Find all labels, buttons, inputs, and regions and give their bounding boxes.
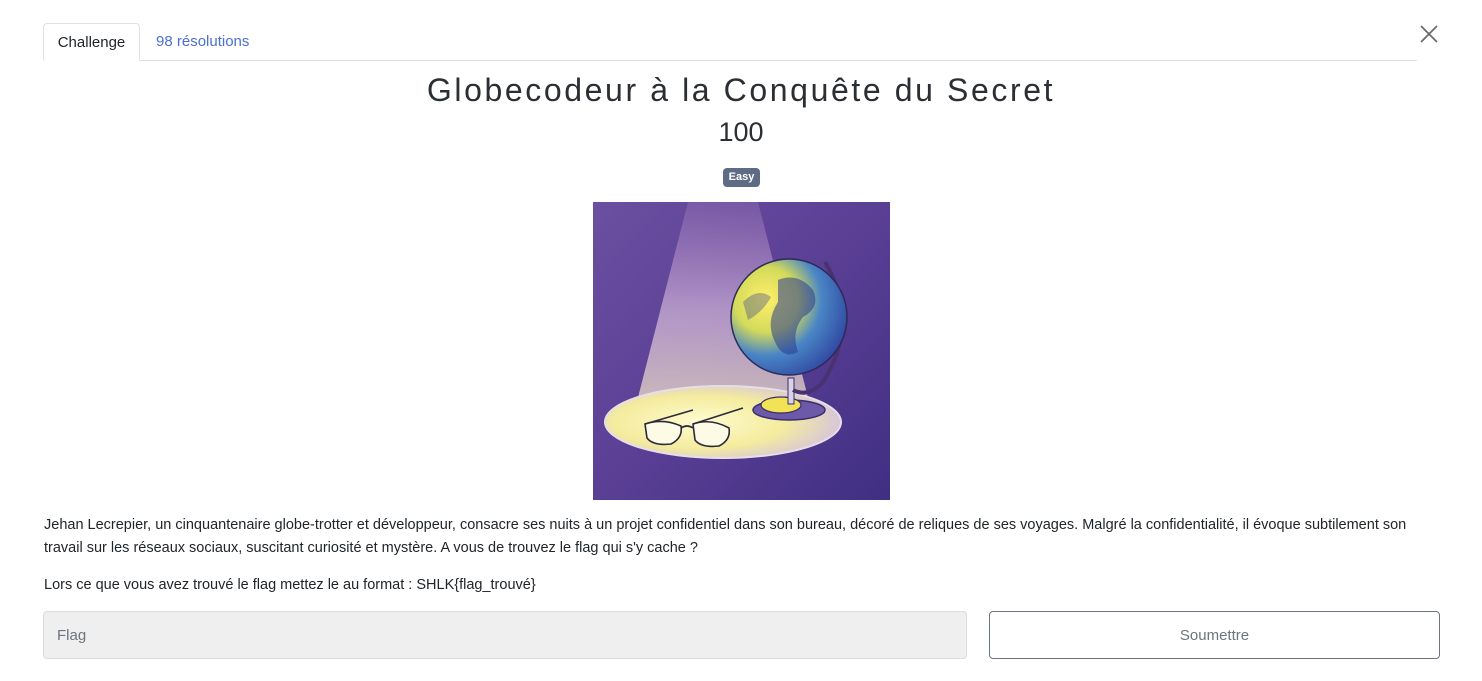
challenge-points: 100 xyxy=(718,117,764,147)
challenge-description: Jehan Lecrepier, un cinquantenaire globe… xyxy=(44,517,1407,556)
tab-challenge[interactable]: Challenge xyxy=(43,23,140,61)
difficulty-badge: Easy xyxy=(723,168,760,187)
tab-solves[interactable]: 98 résolutions xyxy=(140,23,265,61)
close-icon xyxy=(1420,25,1438,43)
challenge-tabs: Challenge 98 résolutions xyxy=(43,23,1417,61)
close-button[interactable] xyxy=(1418,23,1440,45)
submit-button[interactable]: Soumettre xyxy=(989,611,1440,659)
flag-input[interactable] xyxy=(43,611,967,659)
challenge-title: Globecodeur à la Conquête du Secret xyxy=(426,72,1056,108)
challenge-image xyxy=(593,202,890,500)
flag-format-hint: Lors ce que vous avez trouvé le flag met… xyxy=(44,577,536,593)
